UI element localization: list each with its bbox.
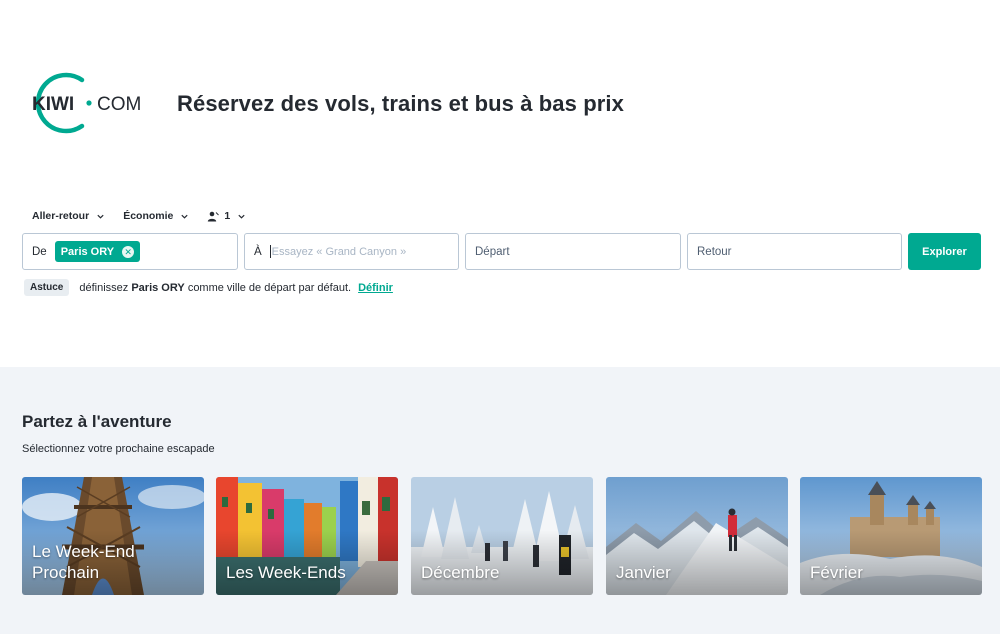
card-february[interactable]: Février xyxy=(800,477,982,595)
card-label: Les Week-Ends xyxy=(226,563,346,582)
adventure-title: Partez à l'aventure xyxy=(22,412,172,431)
logo-text-com: COM xyxy=(97,94,141,115)
logo-text: KIWI xyxy=(32,94,74,115)
card-label: Décembre xyxy=(421,563,500,582)
card-label: Février xyxy=(810,563,863,582)
card-next-weekend[interactable]: Le Week-End Prochain xyxy=(22,477,204,595)
adventure-subtitle: Sélectionnez votre prochaine escapade xyxy=(22,443,215,455)
adventure-section: Partez à l'aventure Sélectionnez votre p… xyxy=(0,367,1000,634)
origin-label: De xyxy=(32,245,47,258)
cabin-class-label: Économie xyxy=(123,210,174,222)
departure-placeholder: Départ xyxy=(475,245,510,258)
card-label: Le Week-End Prochain xyxy=(32,542,135,582)
card-weekends[interactable]: Les Week-Ends xyxy=(216,477,398,595)
explore-button[interactable]: Explorer xyxy=(908,233,981,270)
card-january[interactable]: Janvier xyxy=(606,477,788,595)
set-default-link[interactable]: Définir xyxy=(358,282,393,294)
origin-chip[interactable]: Paris ORY ✕ xyxy=(54,241,141,262)
chevron-down-icon xyxy=(97,214,104,219)
card-december[interactable]: Décembre xyxy=(411,477,593,595)
trip-options: Aller-retour Économie 1 xyxy=(32,210,264,222)
tip-badge: Astuce xyxy=(24,279,70,296)
trip-type-select[interactable]: Aller-retour xyxy=(32,210,105,222)
destination-label: À xyxy=(254,245,262,258)
tip-text-after: comme ville de départ par défaut. xyxy=(187,281,352,294)
tip-city: Paris ORY xyxy=(131,281,185,294)
tip-text-before: définissez xyxy=(79,281,129,294)
origin-chip-label: Paris ORY xyxy=(60,245,115,258)
chevron-down-icon xyxy=(181,214,188,219)
return-placeholder: Retour xyxy=(697,245,732,258)
remove-chip-icon[interactable]: ✕ xyxy=(122,245,135,258)
chevron-down-icon xyxy=(238,214,245,219)
text-caret xyxy=(269,245,271,258)
trip-type-label: Aller-retour xyxy=(32,210,90,222)
origin-field[interactable]: De Paris ORY ✕ xyxy=(22,233,238,270)
passenger-icon xyxy=(208,211,220,221)
tip-bar: Astuce définissez Paris ORY comme ville … xyxy=(24,279,393,296)
card-label: Janvier xyxy=(616,563,671,582)
departure-date-field[interactable]: Départ xyxy=(465,233,681,270)
passengers-count: 1 xyxy=(224,210,231,222)
return-date-field[interactable]: Retour xyxy=(687,233,902,270)
destination-input[interactable] xyxy=(271,245,442,258)
destination-field[interactable]: À xyxy=(244,233,459,270)
cabin-class-select[interactable]: Économie xyxy=(123,210,189,222)
page-headline: Réservez des vols, trains et bus à bas p… xyxy=(177,91,624,116)
kiwi-logo[interactable]: KIWI COM xyxy=(22,72,146,134)
passengers-select[interactable]: 1 xyxy=(207,210,246,222)
page: KIWI COM Réservez des vols, trains et bu… xyxy=(0,0,1000,634)
